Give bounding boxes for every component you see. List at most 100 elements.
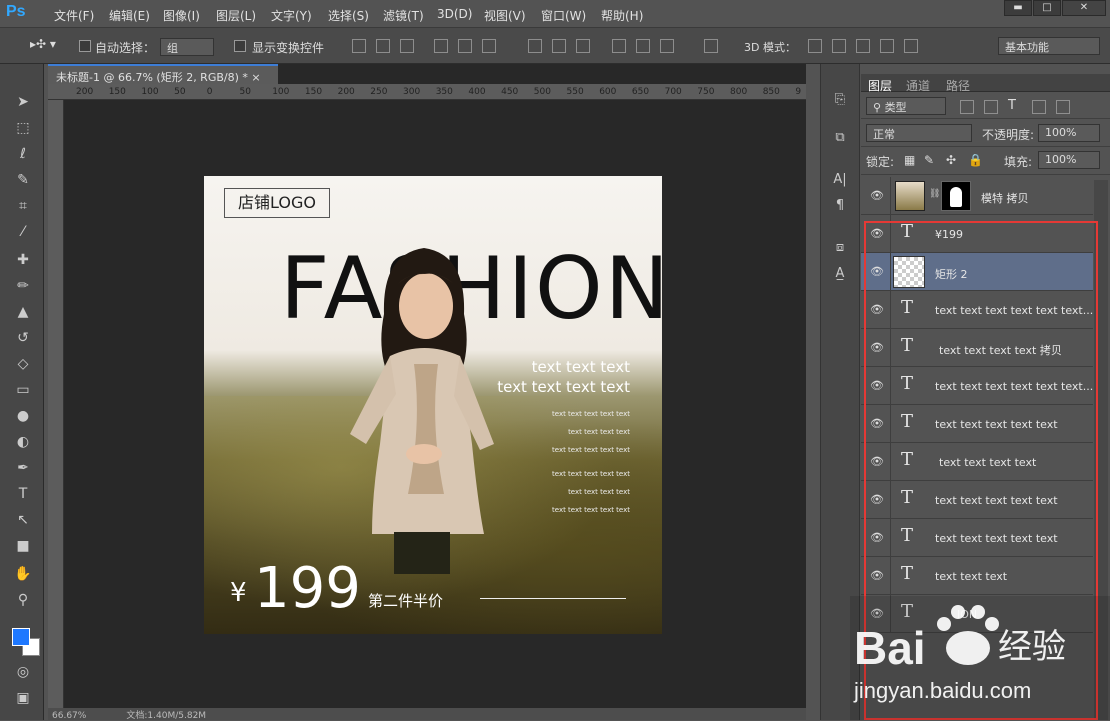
document-tab-title: 未标题-1 @ 66.7% (矩形 2, RGB/8) * (56, 71, 248, 84)
fill-input[interactable]: 100% (1038, 151, 1100, 169)
stamp-tool-icon[interactable]: ▲ (12, 302, 34, 322)
align-vcenter-icon[interactable] (376, 39, 390, 53)
character-panel-icon[interactable]: A| (830, 170, 850, 190)
eyedropper-tool-icon[interactable]: ⁄ (12, 222, 34, 242)
lock-all-icon[interactable]: 🔒 (968, 153, 983, 167)
layer-separator (890, 177, 891, 215)
align-right-icon[interactable] (482, 39, 496, 53)
zoom-tool-icon[interactable]: ⚲ (12, 590, 34, 610)
opacity-input[interactable]: 100% (1038, 124, 1100, 142)
filter-shape-icon[interactable] (1032, 100, 1046, 114)
3d-roll-icon[interactable] (832, 39, 846, 53)
panel-tabs (861, 74, 1110, 92)
paragraph-panel-icon[interactable]: ¶ (830, 196, 850, 216)
menu-image[interactable]: 图像(I) (163, 7, 200, 24)
menu-edit[interactable]: 编辑(E) (109, 7, 150, 24)
auto-align-icon[interactable] (704, 39, 718, 53)
filter-pixel-icon[interactable] (960, 100, 974, 114)
tab-layers[interactable]: 图层 (868, 77, 892, 94)
menu-view[interactable]: 视图(V) (484, 7, 526, 24)
tab-paths[interactable]: 路径 (946, 77, 970, 94)
screen-mode-icon[interactable]: ▣ (12, 688, 34, 708)
dodge-tool-icon[interactable]: ◐ (12, 432, 34, 452)
menu-file[interactable]: 文件(F) (54, 7, 94, 24)
move-tool-icon[interactable]: ➤ (12, 92, 34, 112)
ruler-tick: 600 (599, 87, 617, 97)
filter-type-icon[interactable]: T (1008, 98, 1016, 113)
distribute-hcenter-icon[interactable] (636, 39, 650, 53)
lock-transparent-icon[interactable]: ▦ (904, 153, 915, 167)
pen-tool-icon[interactable]: ✒ (12, 458, 34, 478)
3d-slide-icon[interactable] (880, 39, 894, 53)
blend-mode-dropdown[interactable]: 正常 (866, 124, 972, 142)
menu-help[interactable]: 帮助(H) (601, 7, 643, 24)
auto-select-checkbox[interactable] (79, 40, 91, 52)
layer-filter-dropdown[interactable]: ⚲ 类型 (866, 97, 946, 115)
align-top-icon[interactable] (352, 39, 366, 53)
distribute-bottom-icon[interactable] (576, 39, 590, 53)
history-panel-icon[interactable]: ⎘ (830, 90, 850, 110)
move-tool-icon[interactable]: ▸✣ ▾ (30, 37, 56, 51)
hand-tool-icon[interactable]: ✋ (12, 564, 34, 584)
lasso-tool-icon[interactable]: ℓ (12, 144, 34, 164)
subtitle-line-2: text text text text (497, 378, 630, 396)
chain-link-icon[interactable]: ⛓ (929, 189, 940, 199)
workspace-dropdown[interactable]: 基本功能 (998, 37, 1100, 55)
path-select-icon[interactable]: ↖ (12, 510, 34, 530)
blur-tool-icon[interactable]: ● (12, 406, 34, 426)
marquee-tool-icon[interactable]: ⬚ (12, 118, 34, 138)
filter-adjust-icon[interactable] (984, 100, 998, 114)
eraser-tool-icon[interactable]: ◇ (12, 354, 34, 374)
brush-tool-icon[interactable]: ✏ (12, 276, 34, 296)
actions-panel-icon[interactable]: ⧉ (830, 128, 850, 148)
foreground-color-swatch[interactable] (12, 628, 30, 646)
watermark-brand: Bai (854, 622, 926, 674)
align-left-icon[interactable] (434, 39, 448, 53)
document-tab[interactable]: 未标题-1 @ 66.7% (矩形 2, RGB/8) * × (48, 64, 278, 84)
rectangle-tool-icon[interactable]: ■ (12, 536, 34, 556)
ruler-tick: 500 (533, 87, 551, 97)
menu-filter[interactable]: 滤镜(T) (383, 7, 424, 24)
distribute-vcenter-icon[interactable] (552, 39, 566, 53)
layer-row-model-copy[interactable]: 👁 ⛓ 模特 拷贝 (861, 177, 1093, 215)
small-text-1: text text text text text (552, 410, 630, 418)
menu-select[interactable]: 选择(S) (328, 7, 369, 24)
menu-window[interactable]: 窗口(W) (541, 7, 586, 24)
tab-channels[interactable]: 通道 (906, 77, 930, 94)
menu-type[interactable]: 文字(Y) (271, 7, 312, 24)
para-styles-icon[interactable]: A̲ (830, 264, 850, 284)
subtitle-line-1: text text text (531, 358, 630, 376)
filter-smart-icon[interactable] (1056, 100, 1070, 114)
3d-rotate-icon[interactable] (808, 39, 822, 53)
char-styles-icon[interactable]: ⧈ (830, 238, 850, 258)
type-tool-icon[interactable]: T (12, 484, 34, 504)
menu-3d[interactable]: 3D(D) (437, 7, 472, 21)
history-brush-icon[interactable]: ↺ (12, 328, 34, 348)
tab-close-icon[interactable]: × (251, 71, 260, 84)
currency-symbol: ¥ (230, 578, 247, 608)
auto-select-dropdown[interactable]: 组 (160, 38, 214, 56)
quick-mask-icon[interactable]: ◎ (12, 662, 34, 682)
distribute-left-icon[interactable] (612, 39, 626, 53)
layer-mask-thumbnail[interactable] (941, 181, 971, 211)
distribute-top-icon[interactable] (528, 39, 542, 53)
visibility-eye-icon[interactable]: 👁 (870, 189, 884, 202)
quick-select-tool-icon[interactable]: ✎ (12, 170, 34, 190)
show-transform-checkbox[interactable] (234, 40, 246, 52)
photoshop-logo: Ps (6, 3, 26, 20)
close-button[interactable]: ✕ (1062, 0, 1106, 16)
healing-tool-icon[interactable]: ✚ (12, 250, 34, 270)
align-hcenter-icon[interactable] (458, 39, 472, 53)
3d-scale-icon[interactable] (904, 39, 918, 53)
canvas-artwork[interactable]: 店铺LOGO FASHION text text text text text … (204, 176, 662, 634)
lock-pixels-icon[interactable]: ✎ (924, 153, 934, 167)
align-bottom-icon[interactable] (400, 39, 414, 53)
distribute-right-icon[interactable] (660, 39, 674, 53)
crop-tool-icon[interactable]: ⌗ (12, 196, 34, 216)
maximize-button[interactable]: □ (1033, 0, 1061, 16)
3d-drag-icon[interactable] (856, 39, 870, 53)
minimize-button[interactable]: ▬ (1004, 0, 1032, 16)
menu-layer[interactable]: 图层(L) (216, 7, 256, 24)
lock-position-icon[interactable]: ✣ (946, 153, 956, 167)
gradient-tool-icon[interactable]: ▭ (12, 380, 34, 400)
